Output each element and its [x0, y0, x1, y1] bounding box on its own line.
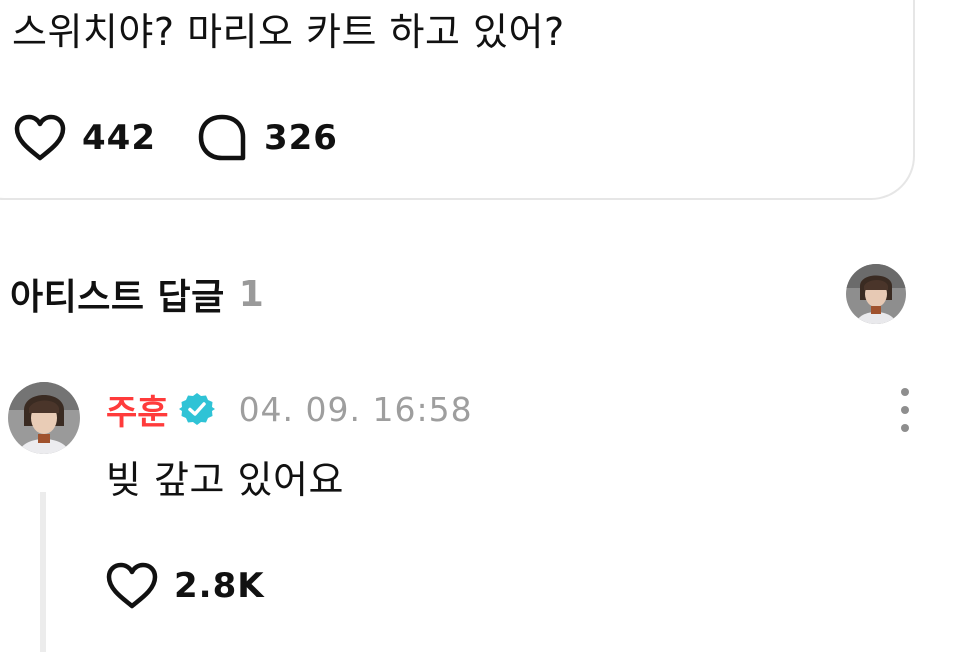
artist-avatar-small[interactable] — [846, 264, 906, 324]
comment-meta: 주훈 04. 09. 16:58 — [106, 385, 473, 434]
comment-like-button[interactable]: 2.8K — [104, 560, 265, 612]
author-avatar[interactable] — [8, 382, 80, 454]
like-count: 442 — [82, 118, 156, 158]
post-text: 스위치야? 마리오 카트 하고 있어? — [12, 10, 565, 54]
comment-timestamp: 04. 09. 16:58 — [238, 389, 473, 429]
like-button[interactable]: 442 — [12, 112, 156, 164]
comment-count: 326 — [263, 118, 338, 158]
comment-body: 빚 갚고 있어요 — [106, 458, 344, 502]
artist-replies-header: 아티스트 답글 1 — [10, 268, 264, 320]
speech-bubble-icon — [194, 112, 250, 164]
comment-button[interactable]: 326 — [194, 112, 338, 164]
thread-line — [40, 492, 46, 652]
comment-actions: 2.8K — [104, 560, 265, 612]
post-actions: 442 326 — [12, 112, 338, 164]
comment-like-count: 2.8K — [174, 566, 265, 606]
post-card: 스위치야? 마리오 카트 하고 있어? 442 326 — [0, 0, 915, 200]
heart-icon — [12, 112, 68, 164]
more-vertical-icon-dot — [901, 388, 909, 396]
author-name[interactable]: 주훈 — [106, 385, 169, 434]
app-page: 스위치야? 마리오 카트 하고 있어? 442 326 아티스트 답글 1 주훈… — [0, 0, 965, 652]
section-title: 아티스트 답글 — [10, 277, 225, 318]
section-count: 1 — [238, 273, 264, 315]
heart-icon — [104, 560, 160, 612]
more-options-button[interactable] — [888, 388, 922, 432]
verified-badge-icon — [178, 391, 215, 427]
more-vertical-icon-dot — [901, 406, 909, 414]
more-vertical-icon-dot — [901, 424, 909, 432]
